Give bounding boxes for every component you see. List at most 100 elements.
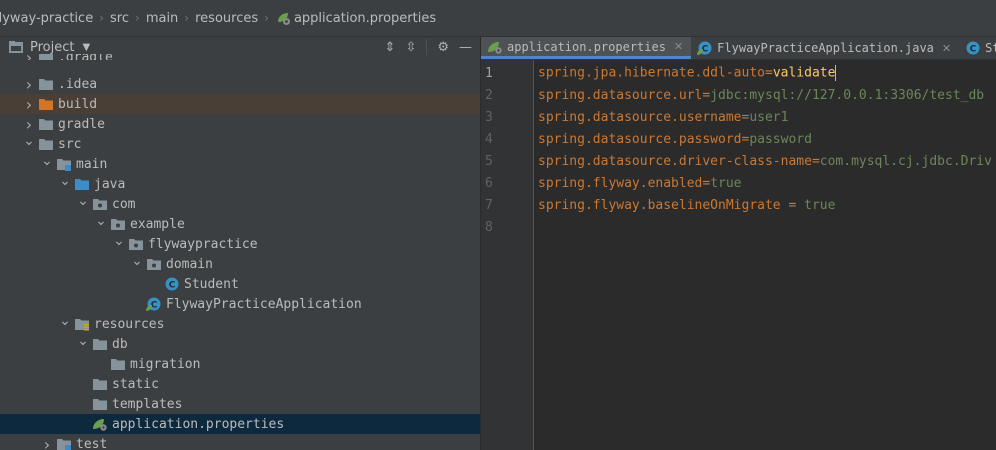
class-icon: C [164,277,180,291]
chevron-down-icon[interactable]: ⌄ [58,313,72,329]
chevron-down-icon[interactable]: ⌄ [112,233,126,249]
chevron-down-icon[interactable]: ⌄ [58,173,72,189]
property-key: spring.datasource.password [538,131,742,147]
editor-area: application.properties ✕ C FlywayPracticeAp… [481,37,996,450]
folder-icon [38,137,54,151]
spring-class-icon: C [697,41,713,55]
chevron-down-icon[interactable]: ⌄ [94,213,108,229]
tree-item-label: java [94,176,126,192]
tree-item[interactable]: › gradle [0,114,480,134]
chevron-right-icon: › [184,11,190,25]
code-line[interactable]: 1 spring.jpa.hibernate.ddl-auto=validate [481,62,996,84]
chevron-right-icon[interactable]: › [22,75,36,94]
code-text: spring.datasource.password=password [538,132,812,147]
chevron-down-icon[interactable]: ⌄ [76,333,90,349]
close-icon[interactable]: ✕ [942,42,951,55]
tree-item-label: domain [166,256,213,272]
property-value: password [749,131,812,147]
class-icon: C [965,41,981,55]
line-number: 5 [485,153,493,169]
tree-item[interactable]: C Student [0,274,480,294]
chevron-down-icon[interactable]: ⌄ [40,153,54,169]
editor-tab-label: Student [985,41,996,55]
code-line[interactable]: 5 spring.datasource.driver-class-name=com… [481,150,996,172]
hide-icon[interactable]: — [459,40,472,55]
tree-item[interactable]: ⌄ com [0,193,480,214]
tree-item[interactable]: templates [0,394,480,414]
chevron-right-icon[interactable]: › [22,115,36,134]
toolbar-divider [426,39,428,55]
tree-item[interactable]: › .gradle [0,54,480,60]
breadcrumb-item-main[interactable]: › main [129,11,178,26]
spring-properties-icon [487,40,503,54]
folder-source-icon [74,177,90,191]
tree-item[interactable]: › .idea [0,74,480,94]
tree-item[interactable]: › build [0,94,480,114]
project-tool-window: Project ▼ ⇕ ⇳ ⚙ — › .gradle › .idea › build › g… [0,37,480,450]
line-number: 6 [485,175,493,191]
breadcrumb-label: main [145,10,179,26]
tree-item[interactable]: application.properties [0,414,480,434]
project-toolbar: ⇕ ⇳ ⚙ — [385,39,472,55]
chevron-right-icon[interactable]: › [22,54,36,60]
collapse-all-icon[interactable]: ⇳ [405,40,416,55]
tree-item-label: migration [130,356,201,372]
code-line[interactable]: 7 spring.flyway.baselineOnMigrate = true [481,194,996,216]
tree-item[interactable]: ⌄ resources [0,313,480,334]
tree-item[interactable]: migration [0,354,480,374]
breadcrumb-item-project[interactable]: flyway-practice [0,11,93,26]
chevron-down-icon[interactable]: ⌄ [130,253,144,269]
tree-item-label: flywaypractice [148,236,258,252]
editor-tab-label: application.properties [507,39,666,54]
gear-icon[interactable]: ⚙ [437,40,449,55]
package-icon [110,217,126,231]
breadcrumb-label: src [110,10,129,26]
project-view-selector[interactable]: Project [30,40,74,55]
property-separator: = [764,65,773,81]
tree-item[interactable]: ⌄ java [0,173,480,194]
tree-item[interactable]: ⌄ domain [0,253,480,274]
chevron-down-icon[interactable]: ⌄ [22,133,36,149]
folder-excluded-icon [38,97,54,111]
breadcrumb-item-file[interactable]: › application.properties [258,10,436,26]
breadcrumb-item-src[interactable]: › src [93,11,129,26]
code-line[interactable]: 2 spring.datasource.url=jdbc:mysql://127.… [481,84,996,106]
navigation-breadcrumb: flyway-practice › src › main › resources… [0,0,996,37]
svg-text:C: C [970,45,977,55]
expand-all-icon[interactable]: ⇕ [385,40,396,55]
folder-icon [92,397,108,411]
code-line[interactable]: 6 spring.flyway.enabled=true [481,172,996,194]
tree-item[interactable]: ⌄ db [0,333,480,354]
chevron-down-icon[interactable]: ▼ [82,42,90,53]
editor-tab[interactable]: C Student [959,37,996,59]
tree-item[interactable]: ⌄ example [0,213,480,234]
tree-item[interactable]: › test [0,434,480,450]
tree-item[interactable]: ⌄ main [0,153,480,174]
tree-item-label: src [58,136,82,152]
package-icon [128,237,144,251]
package-icon [92,197,108,211]
property-value: com.mysql.cj.jdbc.Driv [819,153,992,169]
code-text: spring.datasource.url=jdbc:mysql://127.0… [538,88,984,103]
tree-item[interactable]: ⌄ flywaypractice [0,233,480,254]
editor-tab[interactable]: C FlywayPracticeApplication.java ✕ [691,37,959,59]
close-icon[interactable]: ✕ [674,40,683,53]
code-line[interactable]: 8 [481,216,996,238]
chevron-right-icon[interactable]: › [40,435,54,450]
property-separator: = [811,153,820,169]
line-number: 7 [485,197,493,213]
chevron-right-icon[interactable]: › [22,95,36,114]
editor-tab[interactable]: application.properties ✕ [481,37,692,59]
tree-item[interactable]: static [0,374,480,394]
code-line[interactable]: 3 spring.datasource.username=user1 [481,106,996,128]
folder-icon [110,357,126,371]
package-icon [146,257,162,271]
tree-item[interactable]: C FlywayPracticeApplication [0,294,480,314]
code-line[interactable]: 4 spring.datasource.password=password [481,128,996,150]
editor-tabs: application.properties ✕ C FlywayPracticeAp… [481,37,996,60]
breadcrumb-item-resources[interactable]: › resources [178,11,258,26]
tree-item-label: db [112,336,128,352]
chevron-right-icon: › [99,11,105,25]
chevron-down-icon[interactable]: ⌄ [76,193,90,209]
tree-item[interactable]: ⌄ src [0,133,480,154]
